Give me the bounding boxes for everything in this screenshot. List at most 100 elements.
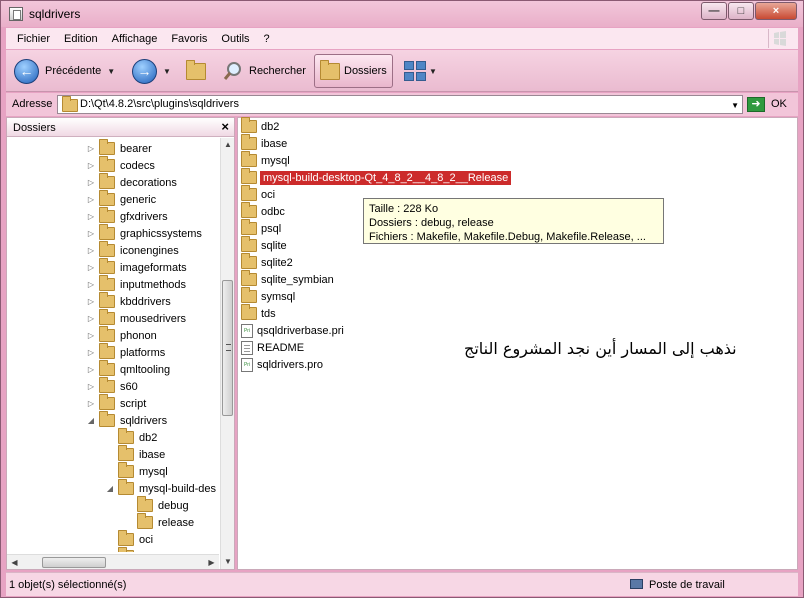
tree-expander-icon[interactable]: ▷: [85, 212, 97, 221]
views-button[interactable]: ▼: [404, 54, 437, 88]
tree-item[interactable]: ▷ kbddrivers: [85, 292, 171, 310]
address-input[interactable]: D:\Qt\4.8.2\src\plugins\sqldrivers ▼: [57, 95, 743, 114]
tree-item[interactable]: ◢ mysql-build-des: [104, 479, 216, 497]
folder-tree-vertical-scrollbar[interactable]: ▲ ▼: [220, 138, 234, 569]
menu-edition[interactable]: Edition: [57, 33, 105, 45]
tree-item[interactable]: ibase: [104, 445, 165, 463]
tree-item[interactable]: ▷ decorations: [85, 173, 177, 191]
folder-icon: [99, 394, 115, 410]
scroll-thumb[interactable]: [222, 280, 233, 416]
title-bar[interactable]: sqldrivers — □ ×: [1, 1, 803, 27]
views-dropdown-icon[interactable]: ▼: [429, 67, 437, 76]
file-list-item[interactable]: db2: [241, 117, 279, 135]
file-list-item[interactable]: ibase: [241, 134, 287, 152]
minimize-button[interactable]: —: [701, 2, 727, 20]
folder-app-icon: [9, 7, 23, 21]
close-button[interactable]: ×: [755, 2, 797, 20]
menu-outils[interactable]: Outils: [214, 33, 256, 45]
file-list-item[interactable]: README: [241, 339, 304, 356]
file-name: sqlite_symbian: [261, 273, 334, 286]
search-label: Rechercher: [249, 65, 306, 77]
tree-expander-icon[interactable]: ▷: [85, 263, 97, 272]
tree-item[interactable]: ▷ bearer: [85, 139, 152, 157]
scroll-right-icon[interactable]: ▶: [204, 555, 219, 570]
tree-expander-icon[interactable]: ▷: [85, 161, 97, 170]
file-list-item[interactable]: Pri qsqldriverbase.pri: [241, 322, 344, 339]
forward-button[interactable]: → ▼: [132, 54, 171, 88]
file-list-item[interactable]: Pri sqldrivers.pro: [241, 356, 323, 373]
file-name: README: [257, 341, 305, 354]
folders-button[interactable]: Dossiers: [314, 54, 393, 88]
tree-expander-icon[interactable]: ▷: [85, 382, 97, 391]
tree-expander-icon[interactable]: ▷: [85, 399, 97, 408]
forward-dropdown-icon[interactable]: ▼: [163, 67, 171, 76]
horizontal-scroll-thumb[interactable]: [42, 557, 106, 568]
tree-item-label: db2: [139, 431, 158, 444]
file-list-item[interactable]: symsql: [241, 287, 295, 305]
tree-item[interactable]: oci: [104, 530, 153, 548]
menu-affichage[interactable]: Affichage: [105, 33, 165, 45]
tree-item[interactable]: ▷ inputmethods: [85, 275, 186, 293]
tree-item[interactable]: ▷ qmltooling: [85, 360, 170, 378]
tree-expander-icon[interactable]: ▷: [85, 178, 97, 187]
tree-item[interactable]: ▷ gfxdrivers: [85, 207, 168, 225]
tree-item[interactable]: db2: [104, 428, 158, 446]
tree-expander-icon[interactable]: ◢: [85, 416, 97, 425]
tree-item[interactable]: mysql: [104, 462, 168, 480]
tree-item[interactable]: release: [123, 513, 194, 531]
search-button[interactable]: Rechercher: [222, 54, 306, 88]
file-list-item[interactable]: oci: [241, 185, 275, 203]
up-folder-button[interactable]: [186, 54, 210, 88]
menu-fichier[interactable]: Fichier: [10, 33, 57, 45]
file-list-item[interactable]: mysql-build-desktop-Qt_4_8_2__4_8_2__Rel…: [241, 168, 512, 186]
arabic-annotation: نذهب إلى المسار أين نجد المشروع الناتج: [464, 339, 737, 358]
menu-favoris[interactable]: Favoris: [164, 33, 214, 45]
tree-expander-icon[interactable]: ▷: [85, 348, 97, 357]
computer-status-label: Poste de travail: [649, 579, 725, 591]
tree-expander-icon[interactable]: ▷: [85, 365, 97, 374]
file-list-item[interactable]: mysql: [241, 151, 290, 169]
file-list-item[interactable]: sqlite2: [241, 253, 293, 271]
tree-item[interactable]: ▷ script: [85, 394, 146, 412]
tree-expander-icon[interactable]: ▷: [85, 280, 97, 289]
tree-expander-icon[interactable]: ▷: [85, 331, 97, 340]
go-arrow-icon[interactable]: ➜: [747, 97, 765, 112]
tree-expander-icon[interactable]: ▷: [85, 229, 97, 238]
tree-item[interactable]: ▷ graphicssystems: [85, 224, 202, 242]
tree-item[interactable]: ▷ generic: [85, 190, 156, 208]
folder-icon: [241, 236, 257, 252]
folders-label: Dossiers: [344, 65, 387, 77]
tree-item[interactable]: ▷ codecs: [85, 156, 155, 174]
menu-help[interactable]: ?: [257, 33, 277, 45]
tree-expander-icon[interactable]: ▷: [85, 297, 97, 306]
scroll-up-icon[interactable]: ▲: [221, 138, 235, 152]
tree-item[interactable]: ▷ s60: [85, 377, 138, 395]
tree-expander-icon[interactable]: ▷: [85, 246, 97, 255]
tree-item[interactable]: odbc: [104, 547, 163, 552]
file-list-item[interactable]: tds: [241, 304, 276, 322]
tree-item[interactable]: ▷ phonon: [85, 326, 157, 344]
maximize-button[interactable]: □: [728, 2, 754, 20]
tree-item[interactable]: ◢ sqldrivers: [85, 411, 167, 429]
tree-item[interactable]: ▷ imageformats: [85, 258, 187, 276]
file-list-item[interactable]: sqlite: [241, 236, 287, 254]
tree-item[interactable]: ▷ iconengines: [85, 241, 179, 259]
file-list-item[interactable]: odbc: [241, 202, 285, 220]
tree-item[interactable]: ▷ mousedrivers: [85, 309, 186, 327]
tree-expander-icon[interactable]: ◢: [104, 484, 116, 493]
go-button[interactable]: OK: [771, 98, 787, 110]
scroll-left-icon[interactable]: ◀: [7, 555, 22, 570]
close-icon[interactable]: ×: [221, 119, 229, 134]
tree-expander-icon[interactable]: ▷: [85, 144, 97, 153]
file-list-item[interactable]: psql: [241, 219, 281, 237]
tree-expander-icon[interactable]: ▷: [85, 195, 97, 204]
scroll-down-icon[interactable]: ▼: [221, 555, 235, 569]
back-dropdown-icon[interactable]: ▼: [107, 67, 115, 76]
back-button[interactable]: ← Précédente ▼: [14, 54, 115, 88]
tree-expander-icon[interactable]: ▷: [85, 314, 97, 323]
tree-item[interactable]: debug: [123, 496, 189, 514]
address-dropdown-icon[interactable]: ▼: [731, 101, 739, 110]
folder-tree-horizontal-scrollbar[interactable]: ◀ ▶: [7, 554, 219, 569]
file-list-item[interactable]: sqlite_symbian: [241, 270, 334, 288]
tree-item[interactable]: ▷ platforms: [85, 343, 165, 361]
